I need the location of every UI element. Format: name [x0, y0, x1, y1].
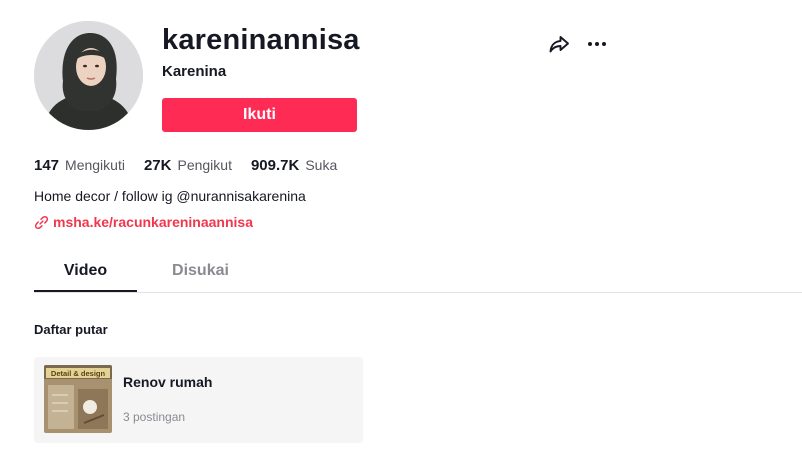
- playlist-post-count: 3 postingan: [123, 410, 186, 424]
- playlist-title: Renov rumah: [123, 374, 213, 390]
- profile-tabs: Video Disukai: [34, 252, 802, 293]
- avatar[interactable]: [34, 21, 143, 130]
- playlist-card[interactable]: Detail & design Renov rumah 3 postingan: [34, 357, 363, 443]
- playlist-thumbnail: Detail & design: [44, 365, 112, 433]
- stat-label: Mengikuti: [65, 157, 125, 173]
- profile-link-text: msha.ke/racunkareninaannisa: [53, 214, 253, 230]
- link-icon: [34, 215, 49, 229]
- stat-label: Pengikut: [177, 157, 232, 173]
- nickname: Karenina: [162, 63, 227, 80]
- tab-liked[interactable]: Disukai: [144, 252, 257, 290]
- avatar-image: [34, 21, 143, 130]
- thumbnail-caption: Detail & design: [51, 369, 106, 378]
- stat-value: 909.7K: [250, 157, 300, 174]
- playlist-thumbnail-image: Detail & design: [44, 365, 112, 433]
- profile-stats: 147 Mengikuti 27K Pengikut 909.7K Suka: [34, 157, 356, 174]
- bio: Home decor / follow ig @nurannisakarenin…: [34, 188, 306, 204]
- stat-followers[interactable]: 27K Pengikut: [144, 157, 232, 174]
- stat-label: Suka: [305, 157, 338, 173]
- share-icon[interactable]: [548, 33, 570, 55]
- profile-link[interactable]: msha.ke/racunkareninaannisa: [34, 214, 253, 230]
- more-icon[interactable]: [586, 33, 608, 55]
- stat-following[interactable]: 147 Mengikuti: [34, 157, 125, 174]
- profile-page: kareninannisa Karenina Ikuti 147 Mengiku…: [0, 0, 802, 450]
- tab-video[interactable]: Video: [34, 252, 137, 292]
- stat-value: 27K: [143, 157, 172, 174]
- follow-button[interactable]: Ikuti: [162, 98, 357, 132]
- playlist-heading: Daftar putar: [34, 322, 108, 337]
- stat-likes: 909.7K Suka: [251, 157, 337, 174]
- username: kareninannisa: [162, 24, 360, 56]
- stat-value: 147: [34, 157, 60, 174]
